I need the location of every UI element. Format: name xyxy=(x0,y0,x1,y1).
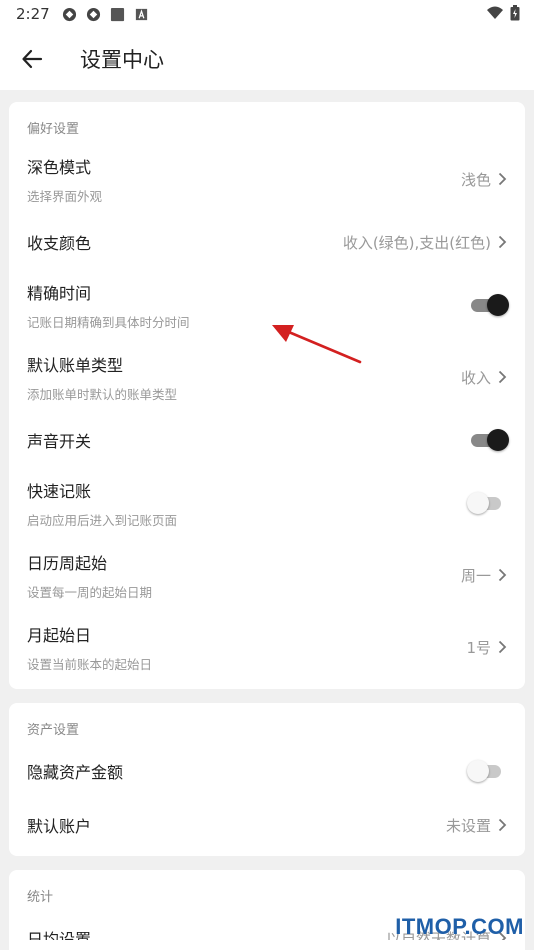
setting-precise-time: 精确时间 记账日期精确到具体时分时间 xyxy=(9,269,525,341)
setting-dark-mode[interactable]: 深色模式 选择界面外观 浅色 xyxy=(9,143,525,215)
status-time: 2:27 xyxy=(16,5,50,23)
square-notification-icon xyxy=(110,7,124,21)
setting-quick-record: 快速记账 启动应用后进入到记账页面 xyxy=(9,467,525,539)
battery-icon xyxy=(510,5,520,21)
section-header-assets: 资产设置 xyxy=(27,723,80,738)
precise-time-toggle[interactable] xyxy=(469,294,509,316)
setting-value: 收入(绿色),支出(红色) xyxy=(342,233,491,252)
next-card-peek xyxy=(9,940,525,950)
setting-subtitle: 记账日期精确到具体时分时间 xyxy=(27,314,190,330)
wifi-icon xyxy=(487,6,503,19)
setting-subtitle: 设置当前账本的起始日 xyxy=(27,656,153,672)
arrow-left-icon xyxy=(22,49,43,69)
setting-value: 周一 xyxy=(460,566,491,585)
setting-title: 精确时间 xyxy=(27,283,92,303)
setting-hide-asset-amount: 隐藏资产金额 xyxy=(9,744,525,798)
app-notification-icon xyxy=(62,7,76,21)
setting-subtitle: 启动应用后进入到记账页面 xyxy=(27,512,178,528)
setting-title: 月起始日 xyxy=(27,625,92,645)
preference-card: 偏好设置 深色模式 选择界面外观 浅色 收支颜色 收入(绿色),支出(红色) 精… xyxy=(9,102,525,689)
app-notification-icon xyxy=(86,7,100,21)
setting-title: 日历周起始 xyxy=(27,553,108,573)
chevron-right-icon xyxy=(498,568,507,582)
section-header-stats: 统计 xyxy=(27,890,54,905)
back-button[interactable] xyxy=(18,45,46,73)
setting-value: 收入 xyxy=(460,368,491,387)
setting-title: 隐藏资产金额 xyxy=(27,763,124,782)
setting-default-account[interactable]: 默认账户 未设置 xyxy=(9,798,525,852)
section-header-preference: 偏好设置 xyxy=(27,122,80,137)
setting-week-start[interactable]: 日历周起始 设置每一周的起始日期 周一 xyxy=(9,539,525,611)
status-bar: 2:27 xyxy=(0,0,534,28)
setting-subtitle: 设置每一周的起始日期 xyxy=(27,584,153,600)
chevron-right-icon xyxy=(498,370,507,384)
setting-month-start[interactable]: 月起始日 设置当前账本的起始日 1号 xyxy=(9,611,525,683)
assets-card: 资产设置 隐藏资产金额 默认账户 未设置 xyxy=(9,703,525,856)
setting-value: 1号 xyxy=(466,638,491,657)
page-title: 设置中心 xyxy=(80,48,164,72)
setting-title: 收支颜色 xyxy=(27,234,92,253)
sound-toggle[interactable] xyxy=(469,429,509,451)
setting-title: 快速记账 xyxy=(27,481,92,501)
setting-income-expense-color[interactable]: 收支颜色 收入(绿色),支出(红色) xyxy=(9,215,525,269)
setting-subtitle: 选择界面外观 xyxy=(27,188,103,204)
chevron-right-icon xyxy=(498,818,507,832)
setting-sound: 声音开关 xyxy=(9,413,525,467)
setting-title: 默认账户 xyxy=(27,817,92,836)
font-notification-icon xyxy=(135,8,147,20)
settings-content: 偏好设置 深色模式 选择界面外观 浅色 收支颜色 收入(绿色),支出(红色) 精… xyxy=(0,90,534,950)
hide-amount-toggle[interactable] xyxy=(467,760,507,782)
watermark: ITMOP.COM xyxy=(395,914,524,939)
setting-value: 浅色 xyxy=(460,170,491,189)
app-bar: 设置中心 xyxy=(0,28,534,90)
setting-value: 未设置 xyxy=(445,816,491,835)
setting-default-bill-type[interactable]: 默认账单类型 添加账单时默认的账单类型 收入 xyxy=(9,341,525,413)
setting-title: 默认账单类型 xyxy=(27,355,124,375)
setting-title: 声音开关 xyxy=(27,432,92,451)
quick-record-toggle[interactable] xyxy=(467,492,507,514)
status-right xyxy=(486,5,520,21)
chevron-right-icon xyxy=(498,235,507,249)
chevron-right-icon xyxy=(498,640,507,654)
chevron-right-icon xyxy=(498,172,507,186)
setting-title: 深色模式 xyxy=(27,157,92,177)
setting-subtitle: 添加账单时默认的账单类型 xyxy=(27,386,178,402)
